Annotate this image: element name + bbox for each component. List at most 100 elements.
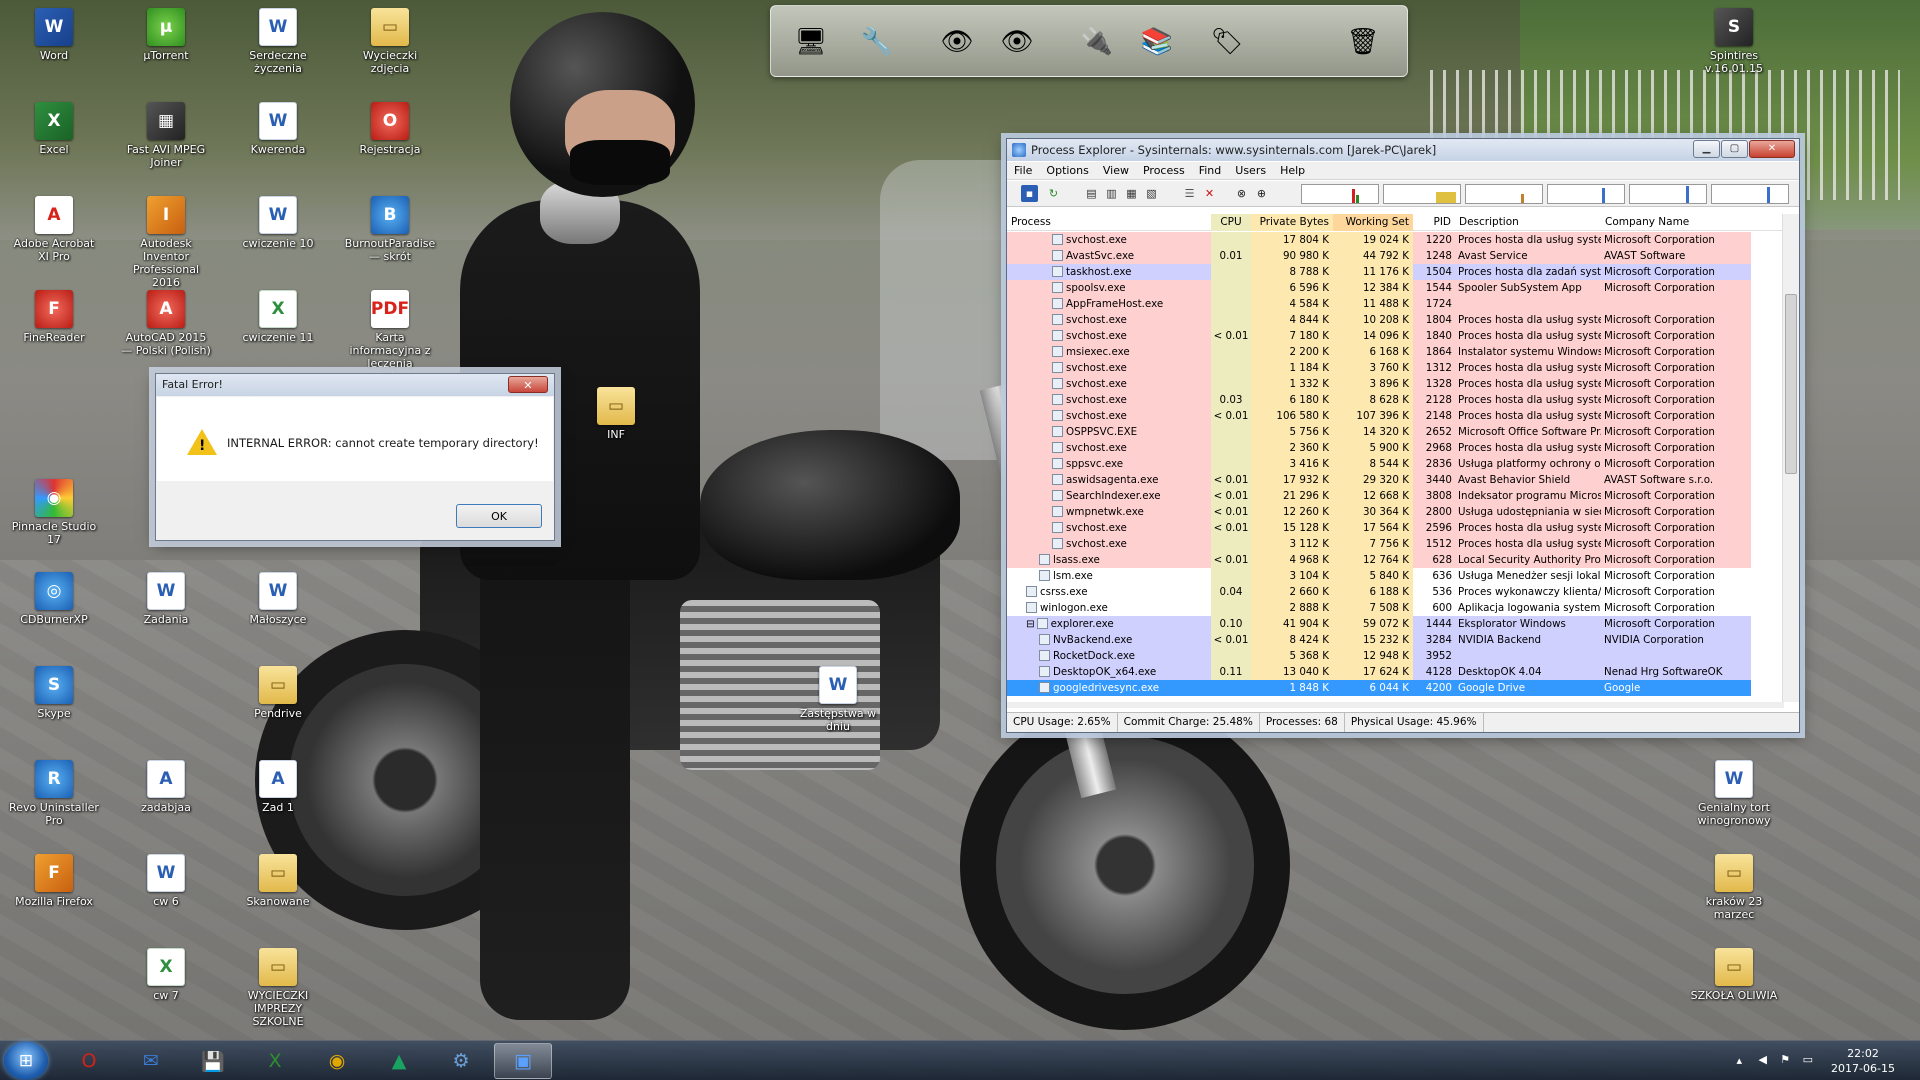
process-row[interactable]: AvastSvc.exe 0.01 90 980 K 44 792 K 1248 Avas… (1007, 248, 1791, 264)
start-button[interactable]: ⊞ (4, 1042, 48, 1080)
commit-graph[interactable] (1383, 184, 1461, 204)
action-center-flag-icon[interactable]: ⚑ (1780, 1053, 1790, 1066)
process-explorer-taskbar-icon[interactable]: ▣ (494, 1043, 552, 1079)
process-row[interactable]: sppsvc.exe 3 416 K8 544 K 2836 Usługa platf… (1007, 456, 1791, 472)
opera-taskbar-icon[interactable]: O (60, 1043, 118, 1079)
eye-icon[interactable]: 👁 (931, 14, 983, 70)
desktop-icon[interactable]: W Genialny tort winogronowy (1688, 758, 1780, 827)
eye-icon[interactable]: 👁 (991, 14, 1043, 70)
google-drive-taskbar-icon[interactable]: ▲ (370, 1043, 428, 1079)
tree-collapse-icon[interactable]: ⊟ (1026, 618, 1035, 630)
desktop-icon[interactable]: O Rejestracja (344, 100, 436, 156)
desktop-icon[interactable]: ▭ SZKOŁA OLIWIA (1688, 946, 1780, 1002)
process-row[interactable]: AppFrameHost.exe 4 584 K 11 488 K 1724 (1007, 296, 1791, 312)
process-row[interactable]: googledrivesync.exe 1 848 K6 044 K 4200 Goo… (1007, 680, 1791, 696)
desktop-icon[interactable]: ▭ Wycieczki zdjęcia (344, 6, 436, 75)
process-row[interactable]: csrss.exe 0.04 2 660 K6 188 K 536 Proces wyk… (1007, 584, 1791, 600)
io-graph[interactable] (1465, 184, 1543, 204)
ok-button[interactable]: OK (456, 504, 542, 528)
network-cable-icon[interactable]: 🔌 (1071, 14, 1123, 70)
desktop-icon[interactable]: S Skype (8, 664, 100, 720)
properties-icon[interactable]: ☰ (1181, 185, 1198, 202)
refresh-icon[interactable]: ↻ (1045, 185, 1062, 202)
process-row[interactable]: svchost.exe 0.03 6 180 K8 628 K 2128 Proces … (1007, 392, 1791, 408)
menu-item-find[interactable]: Find (1192, 162, 1229, 179)
find-window-icon[interactable]: ⊕ (1253, 185, 1270, 202)
desktop-icon[interactable]: F FineReader (8, 288, 100, 344)
show-hidden-icons-icon[interactable]: ▴ (1736, 1054, 1742, 1067)
control-panel-taskbar-icon[interactable]: ⚙ (432, 1043, 490, 1079)
desktop-icon[interactable]: I Autodesk Inventor Professional 2016 (120, 194, 212, 289)
chrome-taskbar-icon[interactable]: ◉ (308, 1043, 366, 1079)
monitor-icon[interactable]: 🖥 (785, 14, 837, 70)
desktop-icon[interactable]: A Zad 1 (232, 758, 324, 814)
desktop-icon[interactable]: µ µTorrent (120, 6, 212, 62)
network-graph[interactable] (1547, 184, 1625, 204)
show-tree-icon[interactable]: ▥ (1103, 185, 1120, 202)
gpu-graph[interactable] (1711, 184, 1789, 204)
process-row[interactable]: OSPPSVC.EXE 5 756 K 14 320 K 2652 Microsoft … (1007, 424, 1791, 440)
menu-item-users[interactable]: Users (1228, 162, 1273, 179)
xara-taskbar-icon[interactable]: X (246, 1043, 304, 1079)
process-row[interactable]: ⊟ explorer.exe 0.10 41 904 K 59 072 K 1444 Eks… (1007, 616, 1791, 632)
desktop-icon[interactable]: A Adobe Acrobat XI Pro (8, 194, 100, 263)
desktop-icon[interactable]: ▦ Fast AVI MPEG Joiner (120, 100, 212, 169)
column-header-company[interactable]: Company Name (1601, 214, 1751, 231)
desktop-icon[interactable]: W Małoszyce (232, 570, 324, 626)
process-row[interactable]: DesktopOK_x64.exe 0.11 13 040 K 17 624 K 412… (1007, 664, 1791, 680)
desktop-icon[interactable]: ▭ Skanowane (232, 852, 324, 908)
clock[interactable]: 22:02 2017-06-15 (1828, 1046, 1898, 1076)
desktop-icon[interactable]: F Mozilla Firefox (8, 852, 100, 908)
desktop-icon[interactable]: ▭ kraków 23 marzec (1688, 852, 1780, 921)
tools-icon[interactable]: 🔧 (851, 14, 903, 70)
desktop-icon[interactable]: Xcwiczenie 11 (232, 288, 324, 344)
process-row[interactable]: SearchIndexer.exe < 0.01 21 296 K 12 668 K3… (1007, 488, 1791, 504)
save-icon[interactable]: ▪ (1021, 185, 1038, 202)
column-header-description[interactable]: Description (1455, 214, 1601, 231)
process-row[interactable]: NvBackend.exe < 0.01 8 424 K 15 232 K 3284 NV… (1007, 632, 1791, 648)
desktop-icon[interactable]: ▭ Pendrive (232, 664, 324, 720)
process-row[interactable]: RocketDock.exe 5 368 K 12 948 K 3952 (1007, 648, 1791, 664)
desktop-icon[interactable]: Azadabjaa (120, 758, 212, 814)
desktop-icon[interactable]: ▭ WYCIECZKI IMPREZY SZKOLNE (232, 946, 324, 1028)
process-row[interactable]: wmpnetwk.exe < 0.01 12 260 K 30 364 K 2800 Us… (1007, 504, 1791, 520)
menu-item-file[interactable]: File (1007, 162, 1039, 179)
process-row[interactable]: svchost.exe 4 844 K 10 208 K 1804 Proces hos… (1007, 312, 1791, 328)
close-button[interactable]: ✕ (1749, 140, 1795, 158)
network-icon[interactable]: ▭ (1803, 1053, 1813, 1066)
desktop-icon[interactable]: W Zadania (120, 570, 212, 626)
process-row[interactable]: taskhost.exe 8 788 K 11 176 K 1504 Proces ho… (1007, 264, 1791, 280)
column-header-cpu[interactable]: CPU (1211, 214, 1251, 231)
disk-graph[interactable] (1629, 184, 1707, 204)
stamp-icon[interactable]: 🏷 (1201, 14, 1253, 70)
desktop-icon[interactable]: PDFKarta informacyjna z leczenia szpital… (344, 288, 436, 383)
desktop-icon[interactable]: ◉ Pinnacle Studio 17 (8, 477, 100, 546)
kill-process-icon[interactable]: ✕ (1201, 185, 1218, 202)
process-row[interactable]: lsass.exe < 0.01 4 968 K 12 764 K 628 Local S… (1007, 552, 1791, 568)
process-row[interactable]: svchost.exe < 0.01 106 580 K 107 396 K 2148 P… (1007, 408, 1791, 424)
desktop-icon[interactable]: R Revo Uninstaller Pro (8, 758, 100, 827)
desktop-icon[interactable]: ◎ CDBurnerXP (8, 570, 100, 626)
desktop-icon[interactable]: W Word (8, 6, 100, 62)
menu-item-view[interactable]: View (1096, 162, 1136, 179)
minimize-button[interactable]: ▁ (1693, 140, 1720, 158)
process-row[interactable]: svchost.exe 3 112 K7 756 K 1512 Proces host… (1007, 536, 1791, 552)
desktop-icon[interactable]: A AutoCAD 2015 — Polski (Polish) (120, 288, 212, 357)
menu-item-options[interactable]: Options (1039, 162, 1095, 179)
process-row[interactable]: msiexec.exe 2 200 K6 168 K 1864 Instalator … (1007, 344, 1791, 360)
horizontal-scrollbar[interactable] (1007, 702, 1784, 708)
maximize-button[interactable]: ▢ (1721, 140, 1748, 158)
find-binoculars-icon[interactable]: ⊗ (1233, 185, 1250, 202)
save-disk-taskbar-icon[interactable]: 💾 (184, 1043, 242, 1079)
process-row[interactable]: svchost.exe < 0.01 15 128 K 17 564 K 2596 Pro… (1007, 520, 1791, 536)
process-row[interactable]: spoolsv.exe 6 596 K 12 384 K 1544 Spooler Su… (1007, 280, 1791, 296)
recycle-bin-icon[interactable]: 🗑 (1337, 14, 1389, 70)
process-row[interactable]: lsm.exe 3 104 K5 840 K 636 Usługa Menedżer … (1007, 568, 1791, 584)
scrollbar-thumb[interactable] (1785, 294, 1797, 474)
desktop-icon[interactable]: W Kwerenda (232, 100, 324, 156)
thunderbird-taskbar-icon[interactable]: ✉ (122, 1043, 180, 1079)
process-row[interactable]: svchost.exe 1 184 K3 760 K 1312 Proces host… (1007, 360, 1791, 376)
cpu-graph[interactable] (1301, 184, 1379, 204)
column-header-process[interactable]: Process (1007, 214, 1211, 231)
lower-pane-icon[interactable]: ▦ (1123, 185, 1140, 202)
